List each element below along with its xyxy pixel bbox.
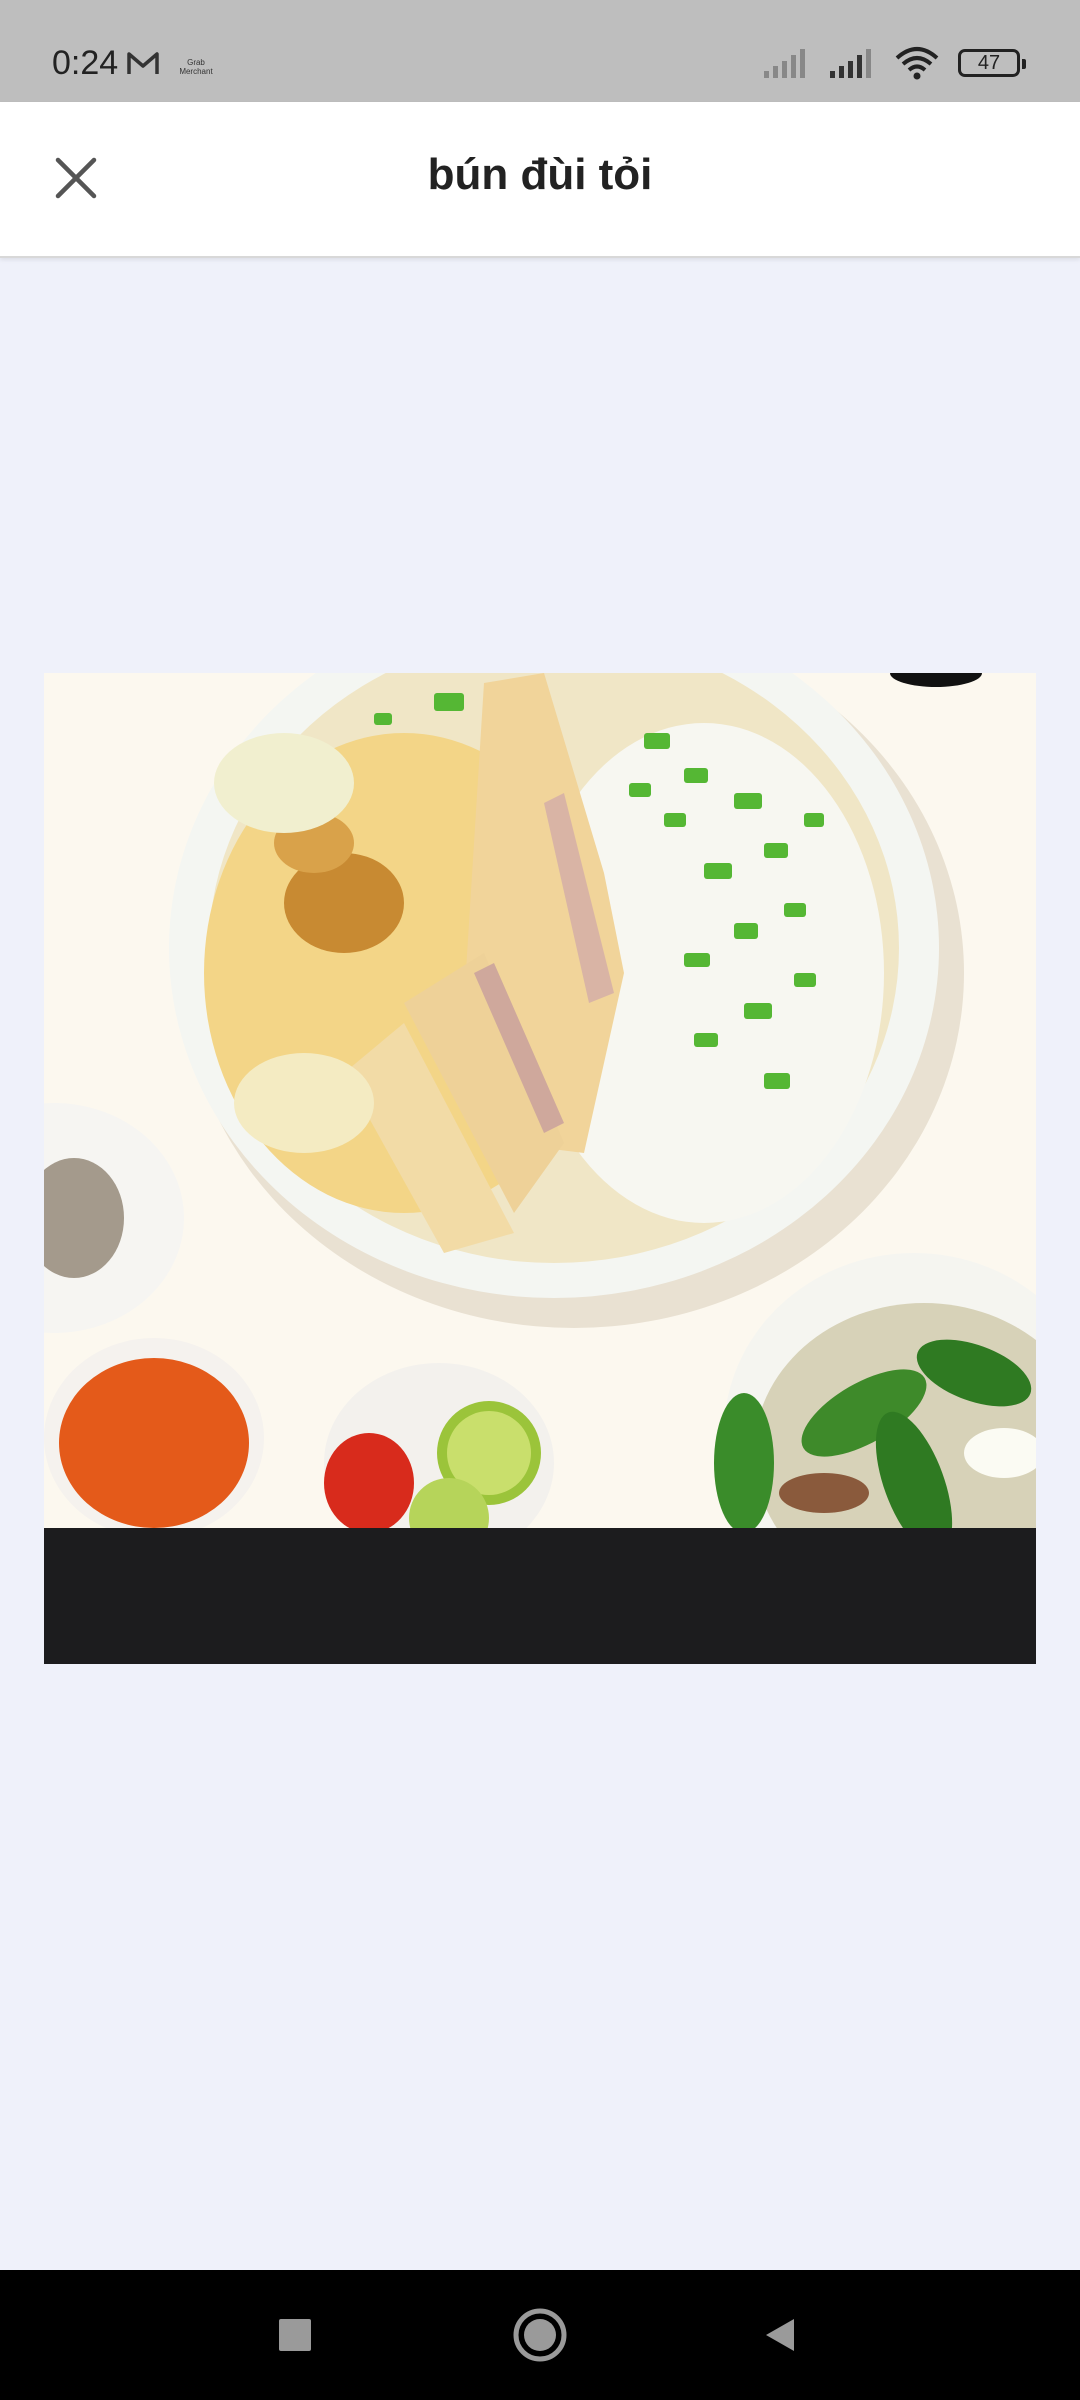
wifi-icon <box>895 47 939 80</box>
status-time: 0:24 <box>52 44 119 82</box>
page-title: bún đùi tỏi <box>427 150 653 199</box>
triangle-back-icon <box>766 2319 794 2351</box>
status-icons: 47 <box>762 46 1026 80</box>
signal-icon <box>830 49 871 78</box>
home-button[interactable] <box>505 2300 575 2370</box>
battery-icon: 47 <box>958 49 1026 77</box>
circle-icon <box>513 2308 567 2362</box>
battery-level: 47 <box>977 51 1001 74</box>
dish-photo <box>44 673 1036 1528</box>
carrier-logo: Grab Merchant <box>179 58 213 76</box>
back-button[interactable] <box>745 2300 815 2370</box>
top-app-bar: bún đùi tỏi <box>0 102 1080 258</box>
mail-icon <box>127 52 159 74</box>
media-viewer[interactable] <box>44 673 1036 1664</box>
signal-icon <box>764 49 805 78</box>
square-icon <box>279 2319 311 2351</box>
chicken-noodle-soup-photo <box>44 673 1036 1528</box>
system-nav-bar <box>0 2270 1080 2400</box>
recents-button[interactable] <box>260 2300 330 2370</box>
status-bar: 0:24 Grab Merchant 47 <box>0 0 1080 102</box>
